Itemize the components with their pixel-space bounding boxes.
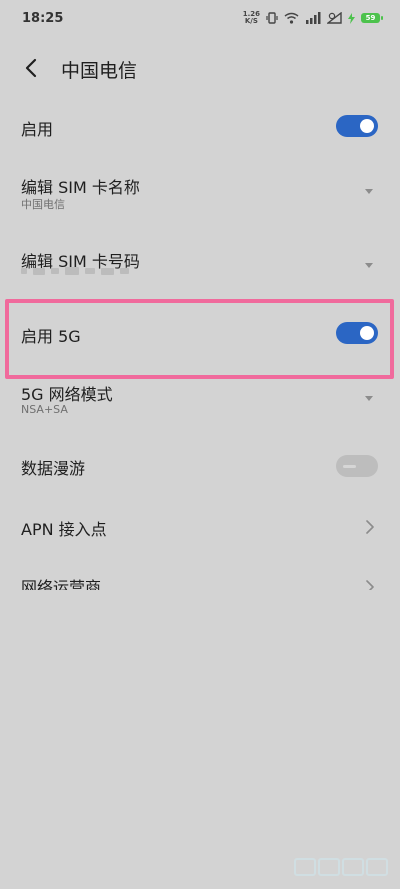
watermark-logo [294,858,388,876]
setting-row-5g-network-mode[interactable]: 5G 网络模式 NSA+SA [0,378,400,424]
setting-value-5g-network-mode: NSA+SA [21,403,68,416]
chevron-right-icon [366,580,374,590]
setting-label-apn: APN 接入点 [21,520,107,539]
battery-icon: 59 [361,13,383,23]
enable-toggle[interactable] [336,115,378,137]
vibrate-icon [266,12,278,24]
setting-value-sim-name: 中国电信 [21,198,65,211]
data-roaming-toggle[interactable] [336,455,378,477]
setting-label-enable: 启用 [21,120,54,139]
chevron-right-icon [366,520,374,534]
setting-row-sim-number[interactable]: 编辑 SIM 卡号码 [0,242,400,292]
setting-label-sim-name: 编辑 SIM 卡名称 [21,178,140,197]
dropdown-caret-icon [365,396,373,401]
dropdown-caret-icon [365,189,373,194]
back-button[interactable] [16,52,48,84]
toggle-knob [360,119,374,133]
setting-label-carrier: 网络运营商 [21,578,102,590]
setting-label-data-roaming: 数据漫游 [21,459,86,478]
setting-row-enable[interactable]: 启用 [0,104,400,148]
page-title: 中国电信 [61,60,138,82]
setting-row-data-roaming[interactable]: 数据漫游 [0,444,400,488]
signal-roaming-icon [327,12,342,24]
setting-label-5g-network-mode: 5G 网络模式 [21,385,113,404]
status-icons: 1.26 K/S 59 [242,10,383,25]
signal-icon [306,12,321,24]
dropdown-caret-icon [365,263,373,268]
setting-row-carrier[interactable]: 网络运营商 [0,566,400,590]
network-speed: 1.26 K/S [242,10,260,25]
header: 中国电信 [0,46,400,90]
toggle-knob [343,465,356,468]
highlight-frame [5,299,394,379]
masked-phone-number [21,267,129,275]
setting-row-apn[interactable]: APN 接入点 [0,504,400,548]
charging-icon [348,12,355,24]
setting-row-sim-name[interactable]: 编辑 SIM 卡名称 中国电信 [0,168,400,218]
chevron-left-icon [25,58,37,78]
status-bar: 18:25 1.26 K/S 59 [0,0,400,38]
status-time: 18:25 [22,11,64,26]
wifi-icon [284,12,299,24]
